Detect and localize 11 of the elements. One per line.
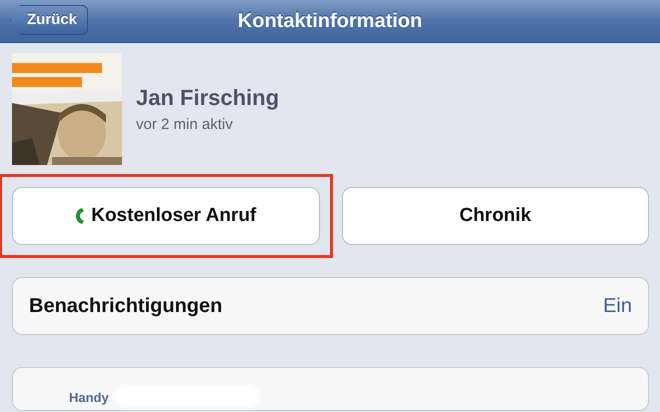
action-button[interactable]: Chronik xyxy=(342,187,649,245)
window-title: Kontaktinformation xyxy=(238,9,422,34)
setting-label: Benachrichtigungen xyxy=(29,294,222,319)
status-text: vor 2 min aktiv xyxy=(136,115,234,136)
action-button[interactable]: Kostenloser Anruf xyxy=(12,187,320,245)
setting-value: Ein xyxy=(603,294,632,319)
settings-row[interactable]: Benachrichtigungen Ein xyxy=(12,277,649,335)
phone-label: Handy xyxy=(69,389,109,407)
back-button[interactable]: Zurück xyxy=(10,5,88,35)
phone-icon xyxy=(75,207,86,225)
contact-name: Jan Firsching xyxy=(136,84,280,112)
